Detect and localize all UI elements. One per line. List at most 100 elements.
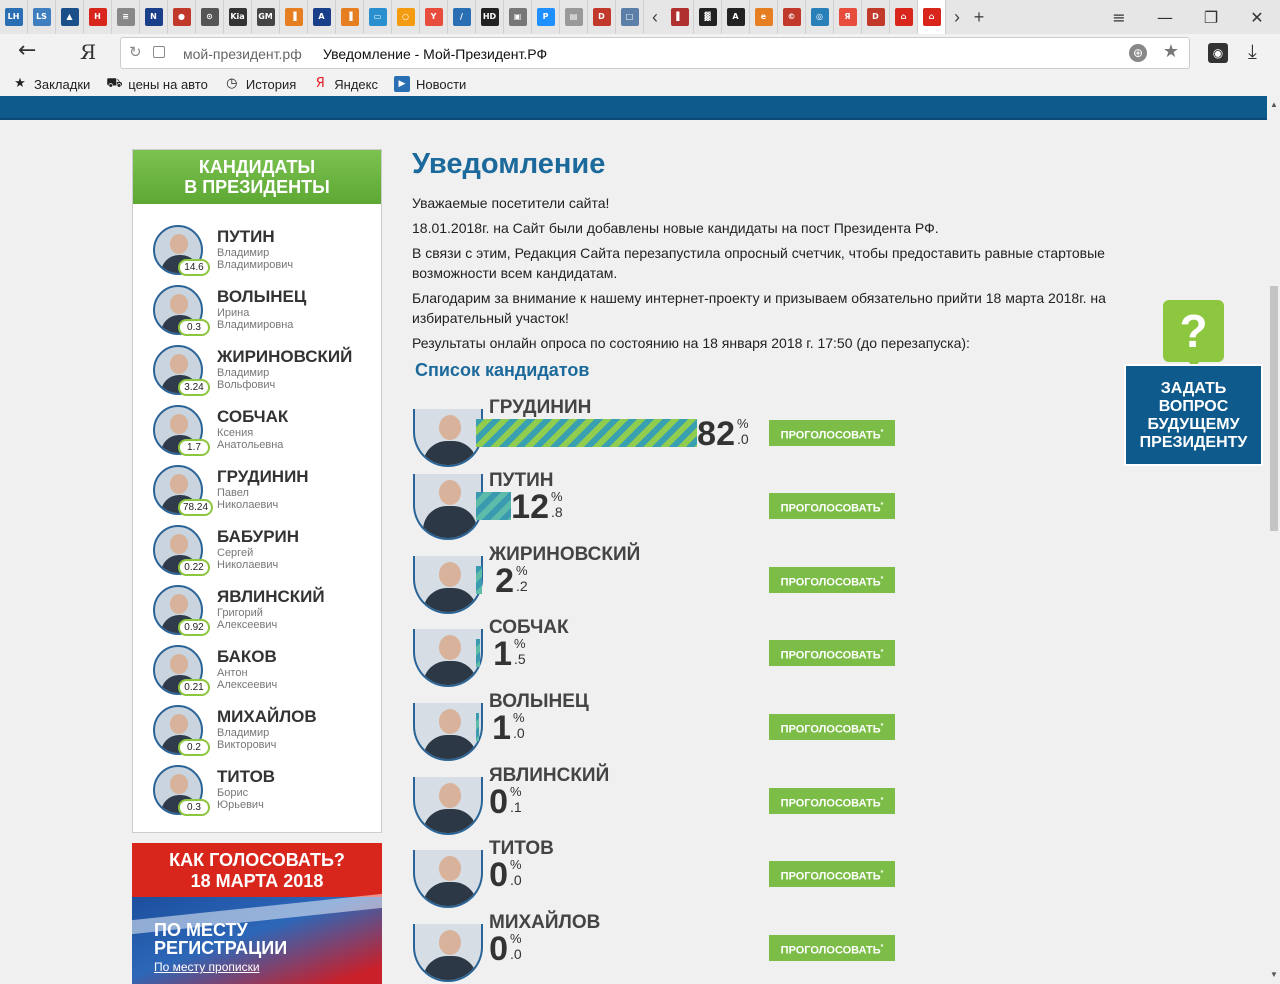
result-candidate-name[interactable]: ГРУДИНИН [489,397,591,419]
candidate-last-name[interactable]: БАКОВ [217,647,277,667]
candidate-last-name[interactable]: ПУТИН [217,227,275,247]
browser-tab[interactable]: D [588,0,616,34]
download-icon[interactable]: ⤓ [1248,39,1257,63]
browser-tab[interactable]: ▣ [504,0,532,34]
browser-tab[interactable]: Kia [224,0,252,34]
browser-tab[interactable]: ▤ [560,0,588,34]
browser-tab[interactable]: A [308,0,336,34]
translate-globe-icon[interactable]: ⊕ [1129,44,1147,62]
candidates-panel-header[interactable]: КАНДИДАТЫ В ПРЕЗИДЕНТЫ [133,150,381,204]
vote-button[interactable]: ПРОГОЛОСОВАТЬ* [769,861,895,887]
candidate-item[interactable]: 1.7 СОБЧАК Ксения Анатольевна [133,399,381,459]
result-candidate-photo[interactable] [413,474,483,540]
browser-tab[interactable]: © [778,0,806,34]
candidate-item[interactable]: 3.24 ЖИРИНОВСКИЙ Владимир Вольфович [133,339,381,399]
browser-tab[interactable]: ● [168,0,196,34]
vote-button[interactable]: ПРОГОЛОСОВАТЬ* [769,493,895,519]
new-tab-icon[interactable]: + [968,0,990,34]
browser-tab[interactable]: ▓ [694,0,722,34]
browser-tab[interactable]: Y [420,0,448,34]
candidate-item[interactable]: 0.92 ЯВЛИНСКИЙ Григорий Алексеевич [133,579,381,639]
candidate-item[interactable]: 0.21 БАКОВ Антон Алексеевич [133,639,381,699]
browser-tab[interactable]: A [722,0,750,34]
results-list: ГРУДИНИН 82% .0 ПРОГОЛОСОВАТЬ* ПУТИН 12% .8 ПРО… [412,391,1132,984]
bookmark-item[interactable]: ⛟ цены на авто [106,76,208,92]
result-percent-decimal: .8 [551,504,563,520]
bookmark-item[interactable]: ◷ История [224,76,296,92]
location-pin-icon[interactable]: ◉ [1208,43,1228,63]
result-candidate-photo[interactable] [413,409,483,467]
candidate-item[interactable]: 0.2 МИХАЙЛОВ Владимир Викторович [133,699,381,759]
browser-tab[interactable]: ○ [392,0,420,34]
page-scrollbar[interactable]: ▲ ▼ [1267,96,1280,984]
back-arrow-icon[interactable]: ← [18,38,36,63]
lock-icon[interactable] [153,46,165,58]
browser-tab[interactable]: ⌂ [890,0,918,34]
browser-tab[interactable]: ⌂ [918,0,946,34]
browser-tab[interactable]: ∕ [448,0,476,34]
candidate-last-name[interactable]: ГРУДИНИН [217,467,309,487]
browser-tab[interactable]: P [532,0,560,34]
scroll-down-icon[interactable]: ▼ [1270,970,1278,979]
candidate-patronymic: Владимирович [217,259,294,271]
vote-button[interactable]: ПРОГОЛОСОВАТЬ* [769,714,895,740]
minimize-icon[interactable]: — [1142,0,1188,34]
candidate-last-name[interactable]: ЖИРИНОВСКИЙ [217,347,352,367]
browser-tab[interactable]: e [750,0,778,34]
how-to-vote-header[interactable]: КАК ГОЛОСОВАТЬ? 18 МАРТА 2018 [132,843,382,897]
browser-tab[interactable]: GM [252,0,280,34]
candidate-last-name[interactable]: ЯВЛИНСКИЙ [217,587,325,607]
tabs-scroll-right-icon[interactable]: › [946,0,968,34]
ask-question-widget[interactable]: ? ЗАДАТЬ ВОПРОС БУДУЩЕМУ ПРЕЗИДЕНТУ [1124,300,1263,466]
scroll-up-icon[interactable]: ▲ [1270,100,1278,109]
scroll-thumb[interactable] [1270,286,1278,531]
browser-tab[interactable]: N [140,0,168,34]
browser-tab[interactable]: Я [834,0,862,34]
vote-button[interactable]: ПРОГОЛОСОВАТЬ* [769,567,895,593]
browser-tab[interactable]: D [862,0,890,34]
tabs-scroll-left-icon[interactable]: ‹ [644,0,666,34]
vote-button[interactable]: ПРОГОЛОСОВАТЬ* [769,788,895,814]
browser-tab[interactable]: HD [476,0,504,34]
restore-icon[interactable]: ❐ [1188,0,1234,34]
reload-icon[interactable]: ↻ [129,43,142,61]
bookmark-item[interactable]: ★ Закладки [12,76,90,92]
menu-icon[interactable]: ≡ [1096,0,1142,34]
candidate-item[interactable]: 0.22 БАБУРИН Сергей Николаевич [133,519,381,579]
registration-flag-image[interactable]: ПО МЕСТУ РЕГИСТРАЦИИ По месту прописки [132,897,382,984]
candidate-last-name[interactable]: ВОЛЫНЕЦ [217,287,306,307]
ask-question-button[interactable]: ЗАДАТЬ ВОПРОС БУДУЩЕМУ ПРЕЗИДЕНТУ [1124,364,1263,466]
url-field[interactable]: ↻ мой-президент.рф Уведомление - Мой-Пре… [120,37,1190,69]
vote-button[interactable]: ПРОГОЛОСОВАТЬ* [769,640,895,666]
browser-tab[interactable]: LS [28,0,56,34]
browser-tab[interactable]: ▭ [364,0,392,34]
bookmark-item[interactable]: ▶ Новости [393,76,466,92]
registration-link[interactable]: По месту прописки [154,960,260,974]
browser-tab[interactable]: ▌ [666,0,694,34]
candidate-last-name[interactable]: БАБУРИН [217,527,299,547]
browser-tab[interactable]: ◎ [806,0,834,34]
browser-tab[interactable]: ▲ [56,0,84,34]
candidate-item[interactable]: 78.24 ГРУДИНИН Павел Николаевич [133,459,381,519]
candidate-item[interactable]: 0.3 ТИТОВ Борис Юрьевич [133,759,381,819]
bookmark-item[interactable]: Я Яндекс [312,76,378,92]
vote-button[interactable]: ПРОГОЛОСОВАТЬ* [769,420,895,446]
browser-tab[interactable]: ≡ [112,0,140,34]
browser-tab[interactable]: ▐ [280,0,308,34]
browser-tab[interactable]: LH [0,0,28,34]
close-icon[interactable]: ✕ [1234,0,1280,34]
browser-tab[interactable]: ▐ [336,0,364,34]
bookmark-star-icon[interactable]: ★ [1163,41,1179,62]
vote-button[interactable]: ПРОГОЛОСОВАТЬ* [769,935,895,961]
candidate-item[interactable]: 14.6 ПУТИН Владимир Владимирович [133,219,381,279]
browser-tab[interactable]: □ [616,0,644,34]
yandex-logo-icon[interactable]: Я [80,40,96,64]
browser-tab[interactable]: ⊙ [196,0,224,34]
candidate-last-name[interactable]: СОБЧАК [217,407,288,427]
browser-tab[interactable]: H [84,0,112,34]
how-to-vote-banner[interactable]: КАК ГОЛОСОВАТЬ? 18 МАРТА 2018 ПО МЕСТУ Р… [132,843,382,984]
candidate-last-name[interactable]: ТИТОВ [217,767,275,787]
question-mark-icon[interactable]: ? [1163,300,1224,368]
candidate-item[interactable]: 0.3 ВОЛЫНЕЦ Ирина Владимировна [133,279,381,339]
candidate-last-name[interactable]: МИХАЙЛОВ [217,707,317,727]
